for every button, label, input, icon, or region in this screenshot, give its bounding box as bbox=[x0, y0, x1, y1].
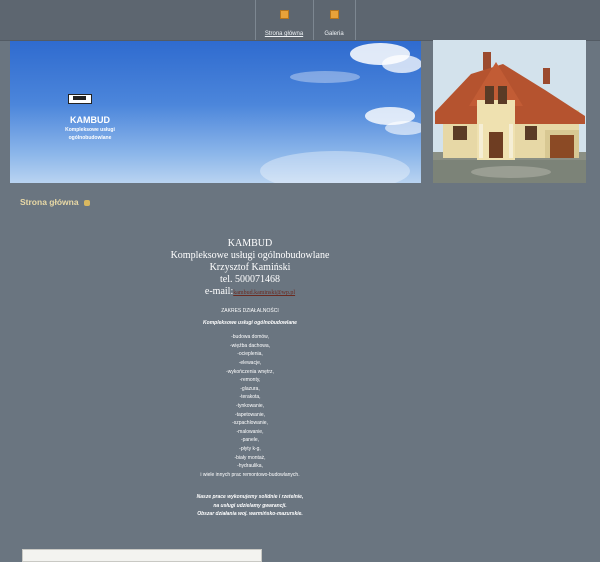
list-item: -budowa domów, bbox=[231, 334, 269, 341]
services-list: -budowa domów, -więźba dachowa, -ocieple… bbox=[100, 333, 400, 479]
list-item: -szpachlowanie, bbox=[232, 420, 268, 427]
cloud bbox=[290, 71, 360, 83]
email-label: e-mail: bbox=[204, 286, 234, 297]
cloud bbox=[385, 121, 421, 135]
list-item: -tapetowanie, bbox=[234, 411, 266, 418]
list-item: -terakota, bbox=[239, 394, 261, 401]
cloud bbox=[260, 151, 410, 183]
house-illustration bbox=[433, 40, 586, 183]
top-navigation-bar: Strona główna Galeria bbox=[0, 0, 600, 41]
footer-note-line1: Nasze prace wykonujemy solidnie i rzetel… bbox=[196, 494, 304, 501]
brand-block: KAMBUD Kompleksowe usługi ogólnobudowlan… bbox=[30, 115, 150, 141]
list-item: -wykończenia wnętrz, bbox=[226, 368, 274, 375]
footer-note-line3: Obszar działania woj. warmińsko-mazurski… bbox=[197, 511, 303, 518]
house-photo bbox=[433, 40, 586, 183]
email-link[interactable]: kambud.kaminski@wp.pl bbox=[233, 290, 295, 296]
list-item: -malowanie, bbox=[236, 428, 264, 435]
nav-divider bbox=[355, 0, 356, 40]
list-item-more: i wiele innych prac remontowo-budowlanyc… bbox=[200, 471, 300, 478]
email-row: e-mail:kambud.kaminski@wp.pl bbox=[100, 286, 400, 299]
list-item: -hydraulika, bbox=[237, 463, 263, 470]
list-item: -biały montaż, bbox=[234, 454, 266, 461]
brand-subtitle-line2: ogólnobudowlane bbox=[68, 135, 112, 141]
page-icon bbox=[279, 10, 289, 19]
main-content: KAMBUD Kompleksowe usługi ogólnobudowlan… bbox=[100, 238, 400, 519]
content-image bbox=[22, 549, 262, 562]
nav-item-home[interactable]: Strona główna bbox=[263, 10, 305, 40]
page-title-text: Strona główna bbox=[20, 197, 79, 207]
list-item: -panele, bbox=[240, 437, 260, 444]
list-item: -ocieplenia, bbox=[237, 351, 263, 358]
company-name: KAMBUD bbox=[227, 238, 273, 249]
list-item: -więźba dachowa, bbox=[229, 342, 271, 349]
nav-item-gallery[interactable]: Galeria bbox=[320, 10, 348, 40]
nav-item-label: Galeria bbox=[324, 31, 344, 37]
scope-subheading: Kompleksowe usługi ogólnobudowlane bbox=[203, 319, 297, 326]
brand-name: KAMBUD bbox=[70, 115, 110, 125]
nav-divider bbox=[255, 0, 256, 40]
phone-number: tel. 500071468 bbox=[220, 274, 280, 285]
list-item: -glazura, bbox=[240, 385, 260, 392]
footer-note: Nasze prace wykonujemy solidnie i rzetel… bbox=[100, 493, 400, 519]
list-item: -tynkowanie, bbox=[235, 402, 265, 409]
list-item: -elewacje, bbox=[238, 359, 262, 366]
footer-note-line2: na usługi udzielamy gwarancji. bbox=[213, 502, 287, 509]
page-icon bbox=[329, 10, 339, 19]
home-icon bbox=[83, 199, 90, 206]
page-title: Strona główna bbox=[20, 197, 90, 207]
list-item: -płyty k-g, bbox=[239, 445, 261, 452]
scope-heading: ZAKRES DZIAŁALNOŚCI bbox=[221, 308, 279, 314]
nav-item-label: Strona główna bbox=[264, 31, 304, 37]
cloud bbox=[382, 55, 421, 73]
list-item: -remonty, bbox=[239, 377, 261, 384]
owner-name: Krzysztof Kamiński bbox=[209, 262, 291, 273]
brand-subtitle-line1: Kompleksowe usługi bbox=[65, 127, 115, 133]
company-logo[interactable] bbox=[68, 94, 92, 104]
company-services: Kompleksowe usługi ogólnobudowlane bbox=[170, 250, 330, 261]
nav-divider bbox=[313, 0, 314, 40]
header-banner: KAMBUD Kompleksowe usługi ogólnobudowlan… bbox=[10, 41, 421, 183]
